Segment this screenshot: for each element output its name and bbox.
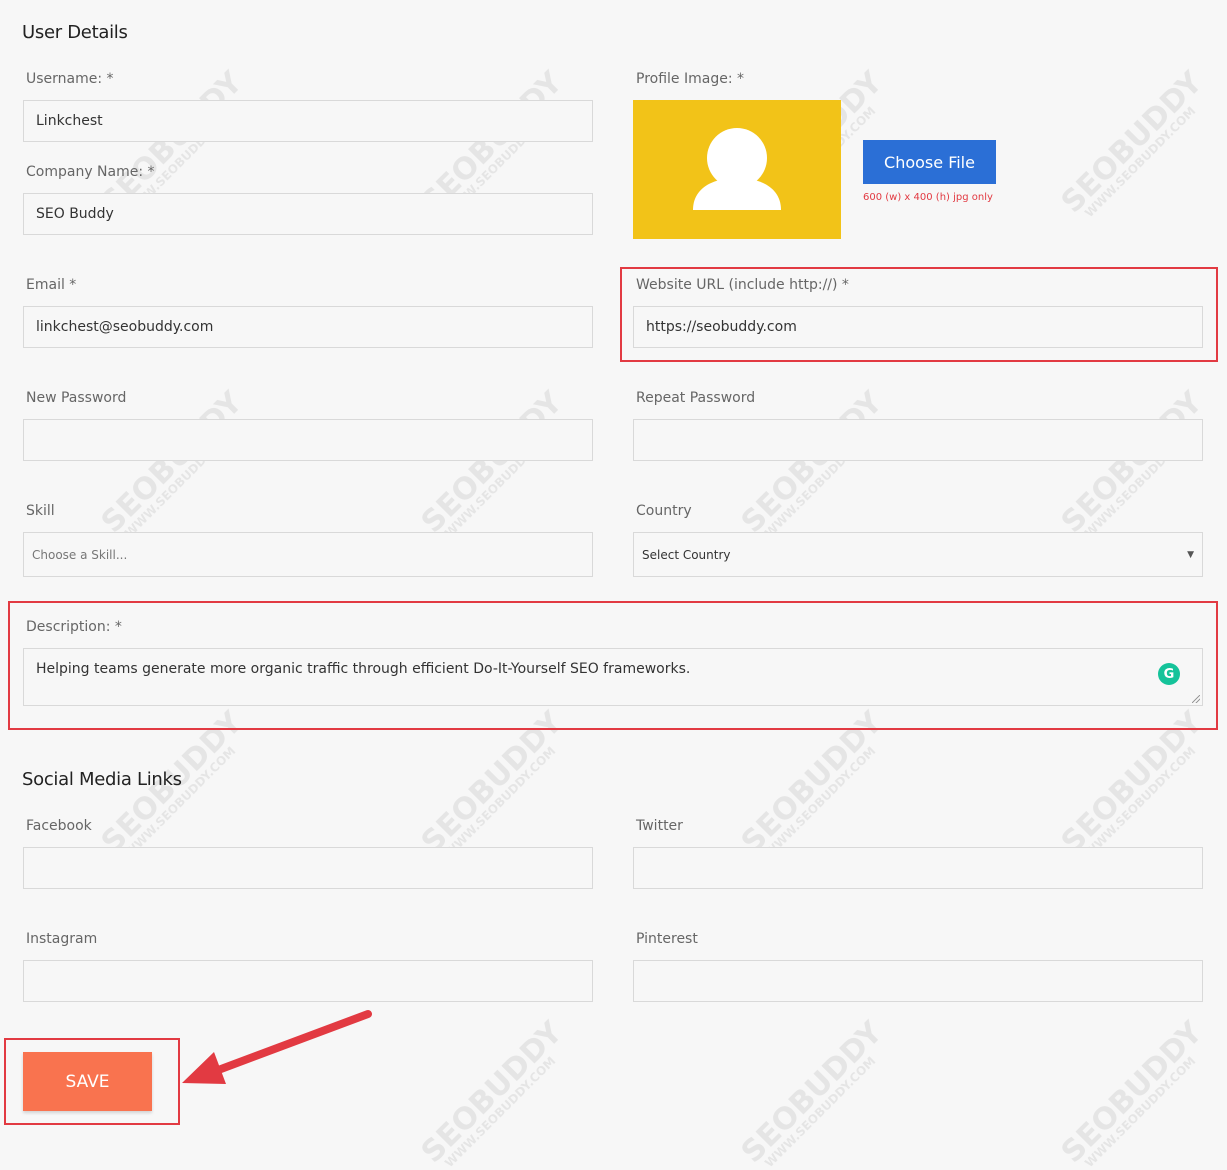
- arrow-annotation-icon: [182, 1010, 372, 1084]
